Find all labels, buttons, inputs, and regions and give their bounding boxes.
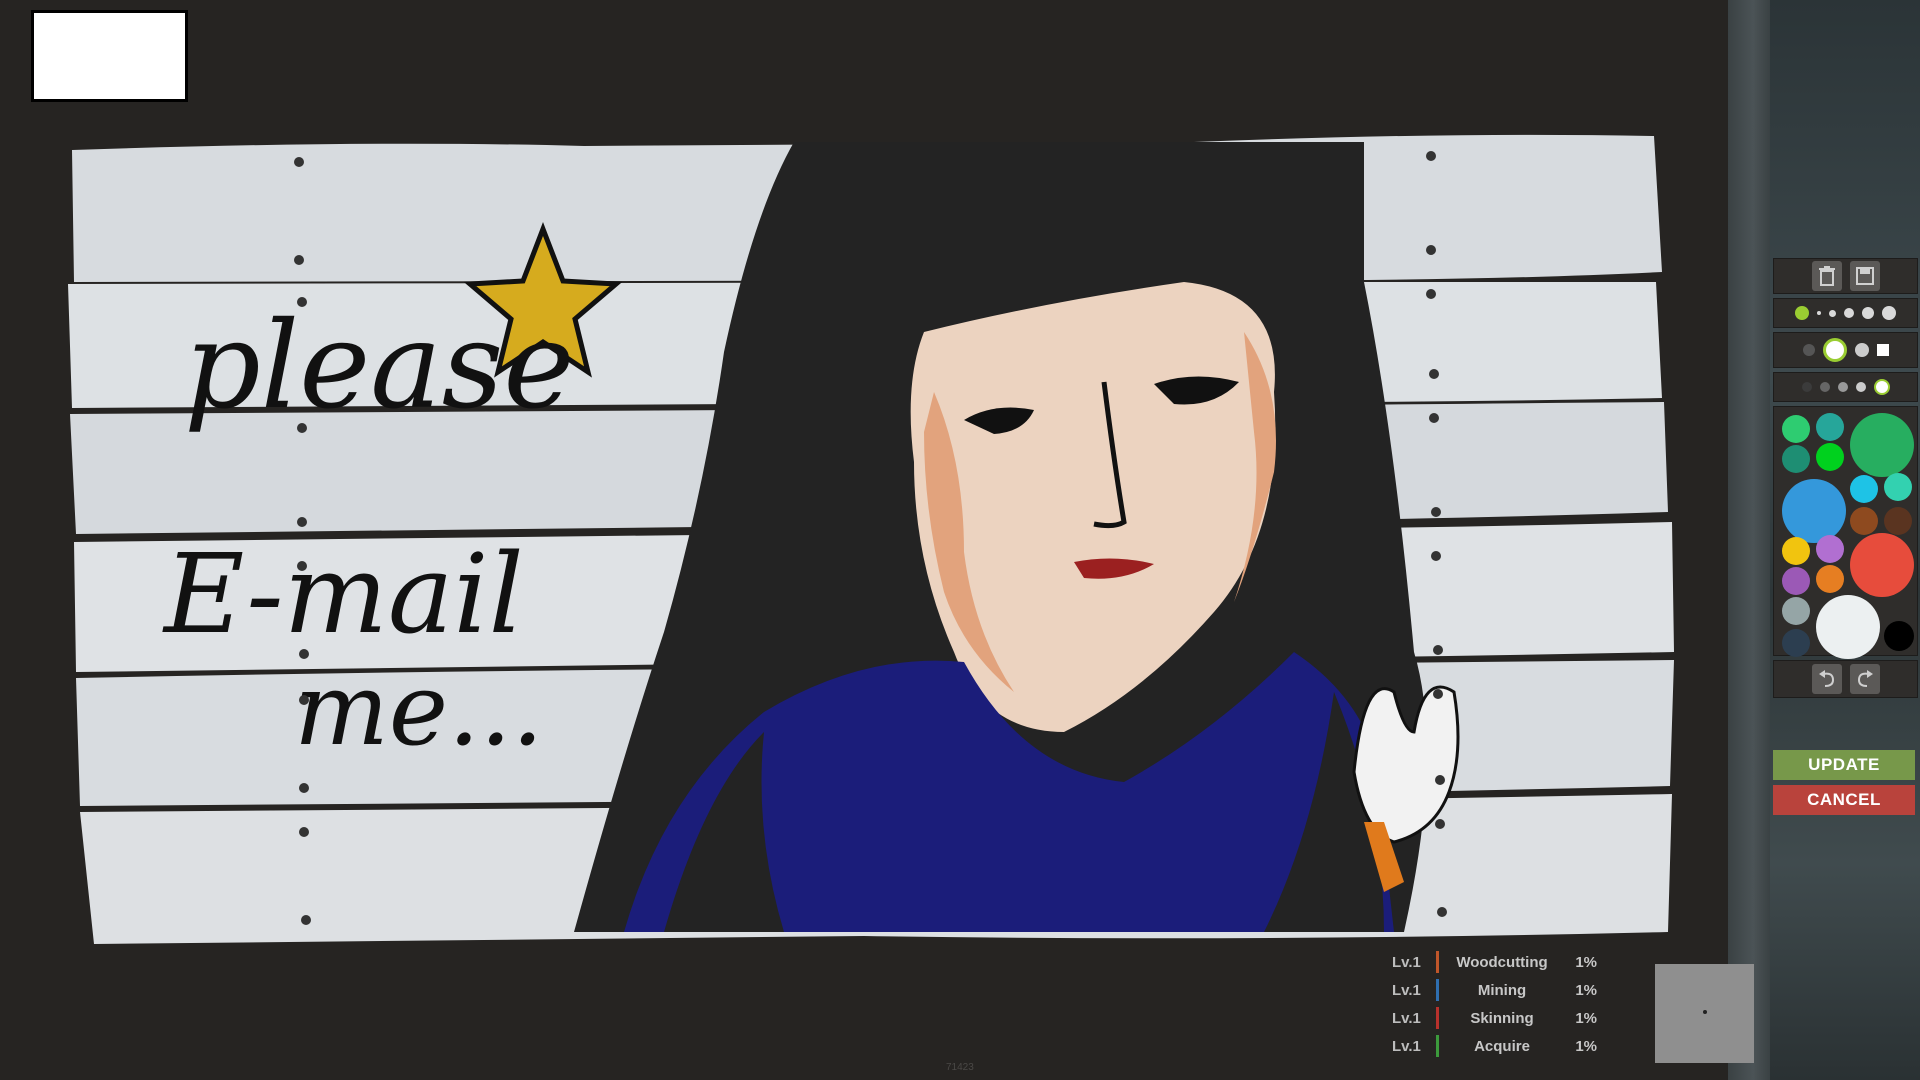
file-tools — [1773, 258, 1918, 294]
undo-button[interactable] — [1811, 664, 1842, 694]
color-swatch[interactable] — [1782, 415, 1810, 443]
skill-row: Lv.1 Mining 1% — [1392, 976, 1612, 1004]
skill-name: Mining — [1477, 981, 1527, 999]
skill-percent: 1% — [1575, 1009, 1597, 1027]
opacity-4[interactable] — [1855, 382, 1866, 392]
build-id: 71423 — [946, 1062, 974, 1073]
brush-size-3[interactable] — [1829, 309, 1836, 317]
color-swatch[interactable] — [1850, 475, 1878, 503]
color-swatch[interactable] — [1782, 597, 1810, 625]
update-button[interactable]: UPDATE — [1773, 750, 1915, 780]
color-swatch[interactable] — [1850, 507, 1878, 535]
brush-soft[interactable] — [1802, 344, 1815, 356]
brush-size-6[interactable] — [1882, 306, 1896, 320]
skill-row: Lv.1 Skinning 1% — [1392, 1004, 1612, 1032]
player-marker — [1703, 1010, 1707, 1014]
brush-blur[interactable] — [1854, 343, 1869, 357]
delete-button[interactable] — [1811, 261, 1842, 291]
color-swatch[interactable] — [1816, 565, 1844, 593]
skill-name: Woodcutting — [1456, 953, 1548, 971]
skill-color-bar — [1436, 979, 1439, 1001]
color-swatch[interactable] — [1816, 413, 1844, 441]
color-swatch[interactable] — [1782, 479, 1846, 543]
paint-tool-panel: UPDATE CANCEL — [1773, 258, 1918, 820]
skill-level: Lv.1 — [1392, 953, 1421, 971]
minimap[interactable] — [1655, 964, 1754, 1063]
cancel-button[interactable]: CANCEL — [1773, 785, 1915, 815]
color-swatch[interactable] — [1782, 445, 1810, 473]
skill-name: Acquire — [1474, 1037, 1530, 1055]
redo-button[interactable] — [1849, 664, 1880, 694]
skill-level: Lv.1 — [1392, 981, 1421, 999]
skill-percent: 1% — [1575, 1037, 1597, 1055]
skill-color-bar — [1436, 951, 1439, 973]
skill-percent: 1% — [1575, 981, 1597, 999]
color-swatch[interactable] — [1850, 413, 1914, 477]
opacity-1[interactable] — [1801, 382, 1812, 392]
opacity-5[interactable] — [1873, 379, 1890, 395]
color-swatch[interactable] — [1884, 621, 1914, 651]
color-swatch[interactable] — [1816, 535, 1844, 563]
color-swatch[interactable] — [1782, 567, 1810, 595]
skill-percent: 1% — [1575, 953, 1597, 971]
opacity-selector — [1773, 372, 1918, 402]
color-swatch[interactable] — [1782, 629, 1810, 657]
sign-line-3: me... — [294, 651, 543, 768]
brush-size-2[interactable] — [1817, 311, 1821, 315]
skill-row: Lv.1 Woodcutting 1% — [1392, 948, 1612, 976]
opacity-2[interactable] — [1819, 382, 1830, 392]
undo-icon — [1818, 670, 1834, 687]
color-palette — [1773, 406, 1918, 659]
painting-canvas[interactable]: please E-mail me... — [64, 132, 1674, 944]
color-swatch[interactable] — [1816, 595, 1880, 659]
sign-line-2: E-mail — [162, 530, 524, 658]
color-swatch[interactable] — [1884, 507, 1912, 535]
sign-artwork: please E-mail me... — [68, 134, 1674, 944]
skill-level: Lv.1 — [1392, 1009, 1421, 1027]
skill-color-bar — [1436, 1035, 1439, 1057]
brush-size-5[interactable] — [1862, 307, 1874, 319]
history-tools — [1773, 660, 1918, 698]
current-color-preview — [31, 10, 188, 102]
color-swatch[interactable] — [1782, 537, 1810, 565]
skill-name: Skinning — [1470, 1009, 1534, 1027]
skills-list: Lv.1 Woodcutting 1% Lv.1 Mining 1% Lv.1 Skinnin… — [1392, 948, 1612, 1060]
brush-size-1[interactable] — [1795, 306, 1809, 320]
skill-level: Lv.1 — [1392, 1037, 1421, 1055]
color-swatch[interactable] — [1884, 473, 1912, 501]
sign-line-1: please — [184, 297, 574, 436]
save-icon — [1855, 267, 1874, 285]
color-swatch[interactable] — [1816, 443, 1844, 471]
brush-type-selector — [1773, 332, 1918, 368]
brush-size-selector — [1773, 298, 1918, 328]
brush-size-4[interactable] — [1844, 308, 1854, 318]
trash-icon — [1818, 266, 1835, 286]
save-button[interactable] — [1849, 261, 1880, 291]
brush-round[interactable] — [1822, 338, 1847, 362]
color-swatch[interactable] — [1850, 533, 1914, 597]
redo-icon — [1857, 670, 1873, 687]
skill-row: Lv.1 Acquire 1% — [1392, 1032, 1612, 1060]
skill-color-bar — [1436, 1007, 1439, 1029]
brush-square[interactable] — [1876, 344, 1889, 356]
opacity-3[interactable] — [1837, 382, 1848, 392]
world-pillar — [1728, 0, 1770, 1080]
